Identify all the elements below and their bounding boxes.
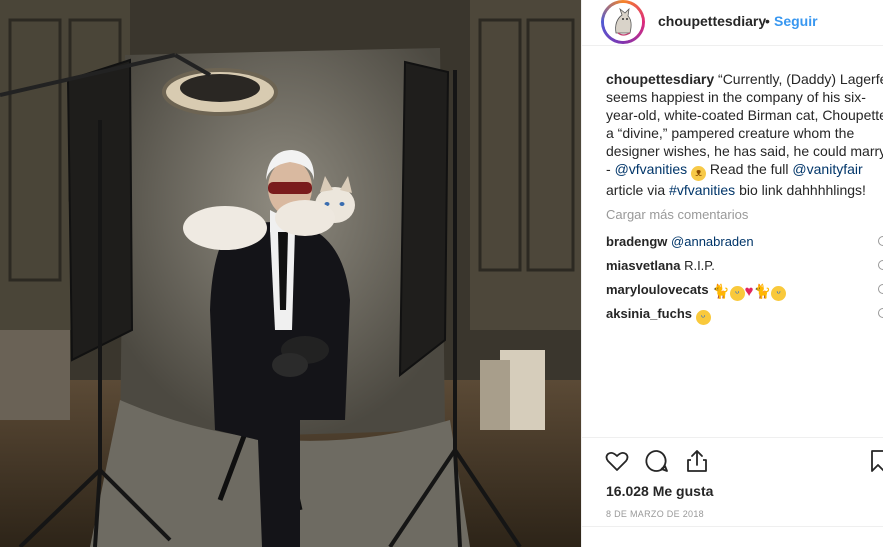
header-separator: • [765, 13, 770, 29]
caption-line-2: seems happiest in the company of his six… [606, 89, 866, 105]
comment-username[interactable]: maryloulovecats [606, 282, 709, 297]
comment-item: aksinia_fuchs ᵕ [606, 306, 711, 325]
comment-bubble-icon[interactable] [644, 448, 670, 474]
comment-text: R.I.P. [684, 258, 715, 273]
heart-emoji-icon: ♥ [744, 283, 754, 300]
comment-username[interactable]: miasvetlana [606, 258, 680, 273]
mention-link[interactable]: @vfvanities [615, 161, 688, 177]
mention-link[interactable]: @vanityfair [792, 161, 862, 177]
comment-username[interactable]: bradengw [606, 234, 667, 249]
cat-emoji-icon: 🐈 [753, 283, 772, 299]
cat-avatar-icon [604, 3, 642, 41]
comment-like-icon[interactable] [878, 308, 883, 318]
caption-text: Read the full [706, 161, 793, 177]
follow-button[interactable]: Seguir [774, 13, 818, 29]
comment-like-icon[interactable] [878, 260, 883, 270]
mention-link[interactable]: @annabraden [671, 234, 754, 249]
post-panel: choupettesdiary • Seguir choupettesdiary… [581, 0, 883, 547]
caption-line-3: year-old, white-coated Birman cat, Choup… [606, 107, 883, 123]
likes-count[interactable]: 16.028 Me gusta [606, 483, 713, 499]
post-caption: choupettesdiary “Currently, (Daddy) Lage… [606, 70, 883, 199]
post-photo[interactable] [0, 0, 581, 547]
comment-item: bradengw @annabraden [606, 234, 754, 249]
photo-illustration [0, 0, 581, 547]
smiling-cat-emoji-icon: ᴥ [691, 166, 707, 181]
post-date[interactable]: 8 de marzo de 2018 [606, 509, 704, 519]
caption-text: “Currently, (Daddy) Lagerfeld [718, 71, 883, 87]
crying-emoji-icon: ᵕ [729, 286, 745, 301]
caption-line-1: choupettesdiary “Currently, (Daddy) Lage… [606, 70, 883, 88]
caption-line-4: a “divine,” pampered creature whom the [606, 125, 855, 141]
comment-like-icon[interactable] [878, 284, 883, 294]
share-icon[interactable] [684, 448, 710, 474]
post-header: choupettesdiary • Seguir [582, 0, 883, 46]
caption-text: article via [606, 182, 670, 198]
actions-divider [582, 437, 883, 438]
avatar[interactable] [604, 3, 642, 41]
comment-username[interactable]: aksinia_fuchs [606, 306, 692, 321]
caption-line-6: - @vfvanities ᴥ Read the full @vanityfai… [606, 160, 883, 181]
hashtag-link[interactable]: #vfvanities [669, 182, 735, 198]
caption-dash: - [606, 161, 615, 177]
caption-text: bio link dahhhhlings! [735, 182, 866, 198]
caption-line-5: designer wishes, he has said, he could m… [606, 143, 883, 159]
comment-box-divider [582, 526, 883, 527]
bookmark-icon[interactable] [870, 448, 883, 474]
load-more-comments-button[interactable]: Cargar más comentarios [606, 207, 748, 222]
comment-item: miasvetlana R.I.P. [606, 258, 715, 273]
caption-username[interactable]: choupettesdiary [606, 71, 714, 87]
cat-emoji-icon: 🐈 [712, 283, 730, 299]
heart-outline-icon[interactable] [604, 448, 630, 474]
sobbing-emoji-icon: ᵕ [695, 310, 711, 325]
comment-item: maryloulovecats 🐈 ᵕ ♥🐈 ᵕ [606, 282, 787, 301]
crying-emoji-icon: ᵕ [771, 286, 787, 301]
avatar-story-ring[interactable] [601, 0, 645, 44]
post-author-username[interactable]: choupettesdiary [658, 13, 766, 29]
comment-like-icon[interactable] [878, 236, 883, 246]
caption-line-7: article via #vfvanities bio link dahhhhl… [606, 181, 883, 199]
